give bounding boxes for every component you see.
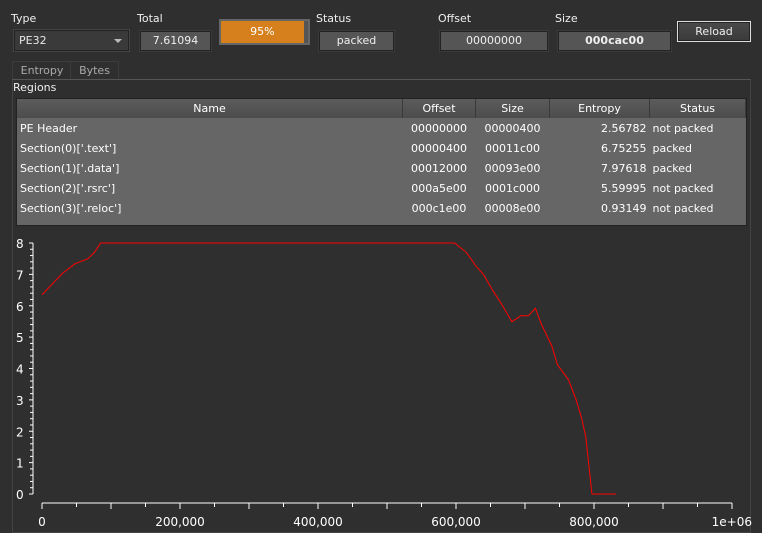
y-tick-label: 3: [16, 394, 24, 408]
y-tick-label: 2: [16, 425, 24, 439]
entropy-chart: 0 1 2 3 4 5 6 7 8 0 200,000 400,000 600,000 800,000 1e…: [16, 237, 752, 529]
y-tick-label: 1: [16, 457, 24, 471]
x-tick-label: 200,000: [155, 515, 205, 529]
y-tick-label: 5: [16, 331, 24, 345]
y-tick-label: 4: [16, 363, 24, 377]
x-tick-label: 400,000: [293, 515, 343, 529]
y-tick-label: 7: [16, 268, 24, 282]
y-tick-label: 8: [16, 237, 24, 251]
y-tick-label: 6: [16, 300, 24, 314]
y-tick-label: 0: [16, 488, 24, 502]
entropy-line: [41, 242, 617, 495]
x-tick-label: 1e+06: [712, 515, 752, 529]
x-tick-label: 600,000: [431, 515, 481, 529]
x-tick-label: 0: [38, 515, 46, 529]
x-tick-label: 800,000: [569, 515, 619, 529]
